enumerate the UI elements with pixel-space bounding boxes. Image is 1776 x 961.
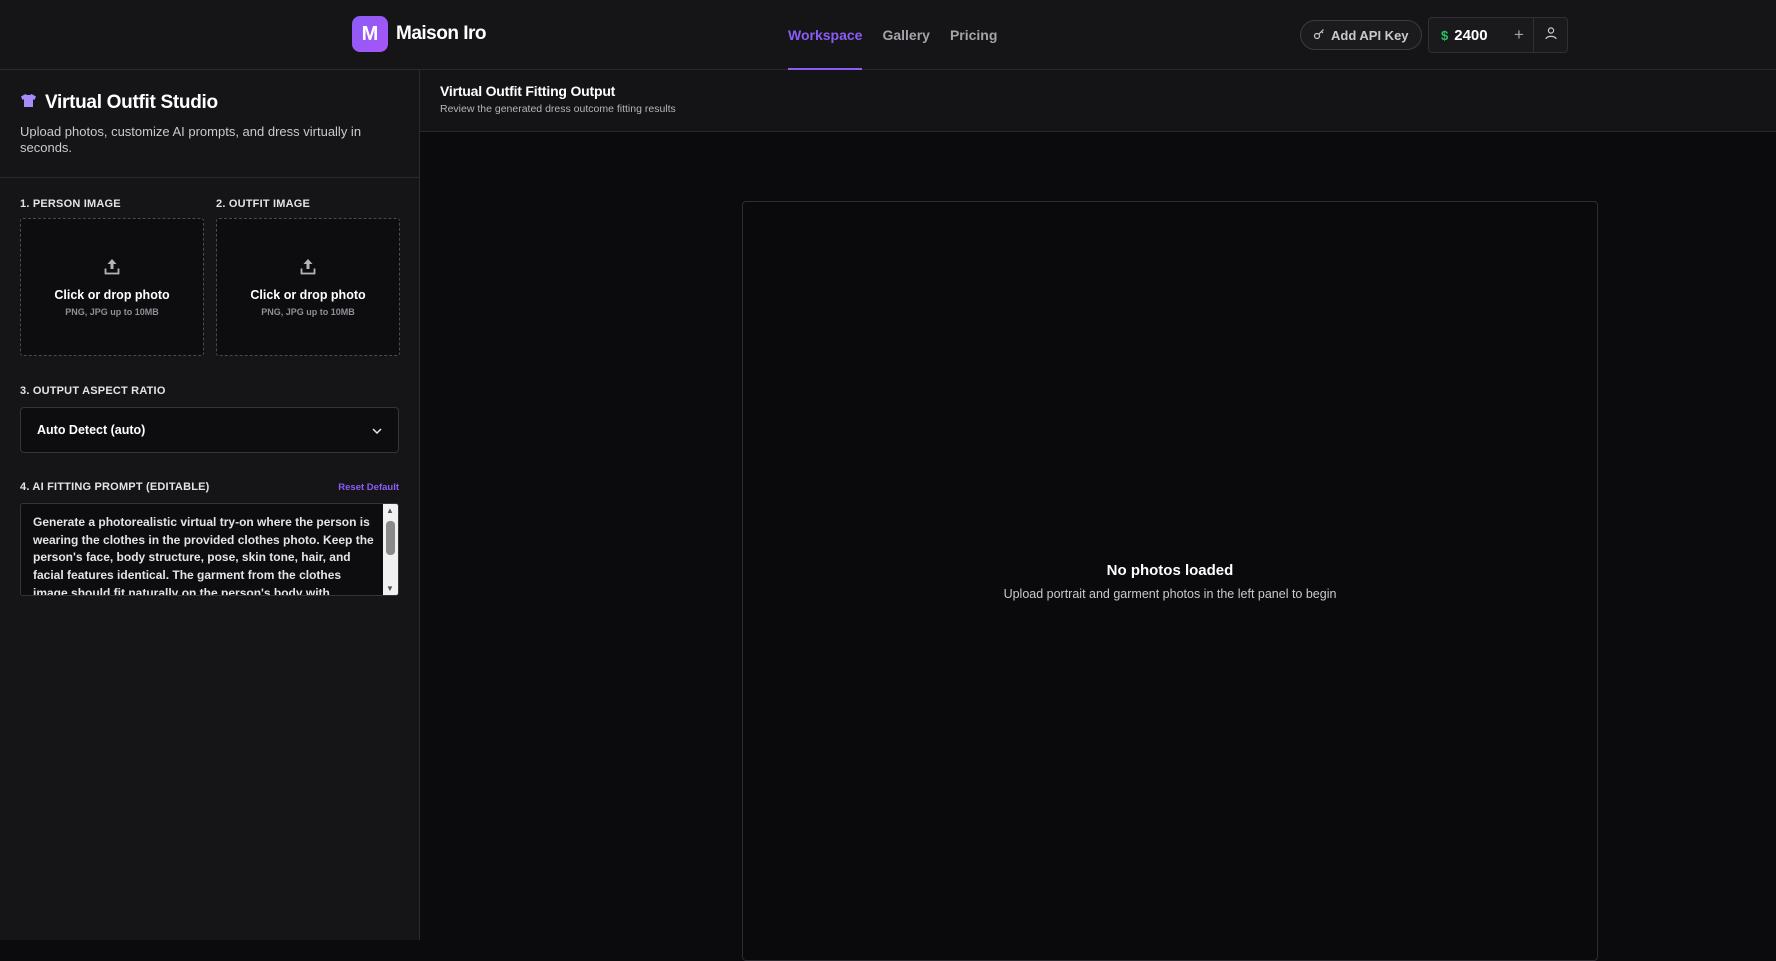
- nav-workspace[interactable]: Workspace: [778, 0, 872, 70]
- chevron-down-icon: [372, 421, 382, 439]
- aspect-ratio-value: Auto Detect (auto): [37, 423, 146, 437]
- user-icon: [1544, 26, 1558, 45]
- prompt-header: 4. AI FITTING PROMPT (EDITABLE) Reset De…: [20, 481, 399, 493]
- prompt-textarea[interactable]: Generate a photorealistic virtual try-on…: [20, 503, 399, 596]
- outfit-image-section: 2. OUTFIT IMAGE Click or drop photo PNG,…: [216, 198, 400, 356]
- studio-subtitle: Upload photos, customize AI prompts, and…: [20, 124, 362, 155]
- studio-title: Virtual Outfit Studio: [20, 92, 399, 114]
- nav-gallery[interactable]: Gallery: [872, 0, 939, 70]
- nav-pricing[interactable]: Pricing: [940, 0, 1007, 70]
- studio-title-text: Virtual Outfit Studio: [45, 92, 218, 113]
- prompt-text: Generate a photorealistic virtual try-on…: [33, 515, 374, 596]
- person-image-section: 1. PERSON IMAGE Click or drop photo PNG,…: [20, 198, 204, 356]
- scroll-thumb[interactable]: [386, 521, 395, 555]
- output-canvas: No photos loaded Upload portrait and gar…: [742, 201, 1598, 961]
- reset-default-button[interactable]: Reset Default: [338, 482, 399, 493]
- shirt-icon: [20, 92, 37, 114]
- sidebar: Virtual Outfit Studio Upload photos, cus…: [0, 70, 420, 940]
- key-icon: [1313, 28, 1325, 43]
- output-panel: Virtual Outfit Fitting Output Review the…: [420, 70, 1776, 961]
- person-dropzone-hint: PNG, JPG up to 10MB: [65, 306, 159, 317]
- person-image-dropzone[interactable]: Click or drop photo PNG, JPG up to 10MB: [20, 218, 204, 356]
- brand-logo: M: [352, 16, 388, 52]
- prompt-label: 4. AI FITTING PROMPT (EDITABLE): [20, 481, 210, 493]
- aspect-ratio-label: 3. OUTPUT ASPECT RATIO: [20, 385, 166, 397]
- outfit-dropzone-title: Click or drop photo: [250, 287, 366, 302]
- person-dropzone-title: Click or drop photo: [54, 287, 170, 302]
- aspect-ratio-section: 3. OUTPUT ASPECT RATIO Auto Detect (auto…: [20, 385, 399, 453]
- upload-icon: [300, 258, 316, 280]
- scroll-down-icon[interactable]: ▼: [386, 584, 394, 593]
- upload-icon: [104, 258, 120, 280]
- aspect-ratio-select[interactable]: Auto Detect (auto): [20, 407, 399, 453]
- top-bar: M Maison Iro Workspace Gallery Pricing A…: [0, 0, 1776, 70]
- prompt-section: 4. AI FITTING PROMPT (EDITABLE) Reset De…: [20, 481, 399, 596]
- credits-value: 2400: [1454, 26, 1488, 44]
- dollar-icon: $: [1441, 27, 1449, 43]
- output-header: Virtual Outfit Fitting Output Review the…: [420, 70, 1776, 132]
- add-api-key-label: Add API Key: [1331, 27, 1409, 43]
- person-image-label: 1. PERSON IMAGE: [20, 198, 121, 210]
- output-title: Virtual Outfit Fitting Output: [440, 83, 616, 99]
- brand[interactable]: M Maison Iro: [352, 16, 487, 52]
- add-api-key-button[interactable]: Add API Key: [1300, 20, 1422, 50]
- prompt-scrollbar[interactable]: ▲ ▼: [383, 504, 398, 595]
- main-nav: Workspace Gallery Pricing: [778, 0, 1007, 70]
- outfit-image-label: 2. OUTFIT IMAGE: [216, 198, 311, 210]
- credits-balance: $ 2400: [1429, 18, 1505, 52]
- empty-state-title: No photos loaded: [1106, 561, 1234, 579]
- add-credits-button[interactable]: +: [1505, 18, 1533, 52]
- sidebar-header: Virtual Outfit Studio Upload photos, cus…: [0, 70, 419, 178]
- outfit-dropzone-hint: PNG, JPG up to 10MB: [261, 306, 355, 317]
- upload-row: 1. PERSON IMAGE Click or drop photo PNG,…: [20, 198, 400, 356]
- user-menu-button[interactable]: [1533, 18, 1567, 52]
- empty-state-subtitle: Upload portrait and garment photos in th…: [1003, 586, 1337, 601]
- scroll-up-icon[interactable]: ▲: [386, 506, 394, 515]
- outfit-image-dropzone[interactable]: Click or drop photo PNG, JPG up to 10MB: [216, 218, 400, 356]
- brand-name: Maison Iro: [396, 23, 487, 44]
- output-subtitle: Review the generated dress outcome fitti…: [440, 103, 676, 115]
- credits-widget: $ 2400 +: [1428, 17, 1568, 53]
